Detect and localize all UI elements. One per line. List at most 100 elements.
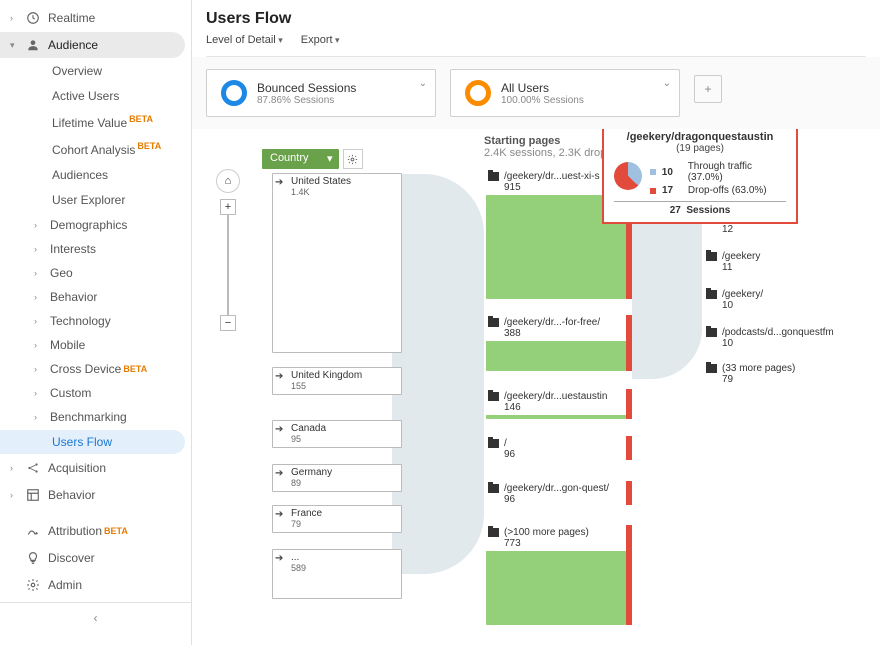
attribution-icon <box>26 524 40 538</box>
country-node[interactable]: ➔ United Kingdom 155 <box>272 367 402 395</box>
chevron-down-icon: ▾ <box>10 40 20 51</box>
user-icon <box>26 38 40 52</box>
gear-button[interactable] <box>343 149 363 169</box>
clock-icon <box>26 11 40 25</box>
collapse-sidebar[interactable]: ‹ <box>0 602 191 633</box>
nav-label: Admin <box>48 578 82 592</box>
chevron-right-icon: › <box>34 364 44 374</box>
nav-label: Attribution <box>48 524 102 538</box>
legend-dot <box>650 188 656 194</box>
chevron-right-icon: › <box>34 388 44 398</box>
home-button[interactable]: ⌂ <box>216 169 240 193</box>
chevron-down-icon[interactable]: ⌄ <box>663 78 671 89</box>
zoom-track[interactable] <box>227 215 229 315</box>
page-node[interactable]: /geekery/dr...uestaustin146 <box>486 389 626 415</box>
arrow-icon: ➔ <box>275 177 283 188</box>
chevron-right-icon: › <box>10 490 20 500</box>
nav-behavior[interactable]: › Behavior <box>0 482 185 508</box>
arrow-icon: ➔ <box>275 371 283 382</box>
all-users-card[interactable]: ⌄ All Users 100.00% Sessions <box>450 69 680 117</box>
sub-benchmarking[interactable]: ›Benchmarking <box>0 405 191 429</box>
layout-icon <box>26 488 40 502</box>
beta-badge: BETA <box>104 526 128 536</box>
nav-label: Realtime <box>48 11 95 25</box>
page-node[interactable]: (33 more pages)79 <box>704 361 834 387</box>
page-node[interactable]: (>100 more pages)773 <box>486 525 626 551</box>
page-icon <box>488 172 499 181</box>
page-icon <box>706 364 717 373</box>
card-subtitle: 100.00% Sessions <box>501 95 584 106</box>
beta-badge: BETA <box>123 364 147 374</box>
sub-users-flow[interactable]: Users Flow <box>0 430 185 454</box>
arrow-icon: ➔ <box>275 509 283 520</box>
drop-bar <box>626 525 632 625</box>
sub-mobile[interactable]: ›Mobile <box>0 333 191 357</box>
chevron-down-icon[interactable]: ⌄ <box>419 78 427 89</box>
page-icon <box>706 290 717 299</box>
sub-cohort-analysis[interactable]: Cohort AnalysisBETA <box>0 136 185 162</box>
sub-interests[interactable]: ›Interests <box>0 237 191 261</box>
page-node[interactable]: /geekery11 <box>704 249 834 275</box>
segment-cards: ⌄ Bounced Sessions 87.86% Sessions ⌄ All… <box>192 57 880 129</box>
country-node[interactable]: ➔ United States 1.4K <box>272 173 402 353</box>
zoom-in-button[interactable]: + <box>220 199 236 215</box>
nav-realtime[interactable]: › Realtime <box>0 5 185 31</box>
sub-custom[interactable]: ›Custom <box>0 381 191 405</box>
page-node[interactable]: /96 <box>486 436 626 462</box>
chevron-right-icon: › <box>34 340 44 350</box>
sub-technology[interactable]: ›Technology <box>0 309 191 333</box>
flow-link <box>392 174 484 574</box>
page-icon <box>488 528 499 537</box>
page-node[interactable]: /geekery/10 <box>704 287 834 313</box>
node-tooltip: /geekery/dragonquestaustin (19 pages) 10… <box>602 129 798 224</box>
level-of-detail-dropdown[interactable]: Level of Detail <box>206 34 283 46</box>
sub-active-users[interactable]: Active Users <box>0 84 185 108</box>
arrow-icon: ➔ <box>275 468 283 479</box>
sub-demographics[interactable]: ›Demographics <box>0 213 191 237</box>
sub-geo[interactable]: ›Geo <box>0 261 191 285</box>
donut-icon <box>465 80 491 106</box>
card-title: All Users <box>501 81 584 95</box>
country-node[interactable]: ➔ Canada 95 <box>272 420 402 448</box>
arrow-icon: ➔ <box>275 553 283 564</box>
page-icon <box>706 328 717 337</box>
chevron-right-icon: › <box>10 463 20 473</box>
page-icon <box>706 252 717 261</box>
tooltip-subtitle: (19 pages) <box>614 143 786 154</box>
sub-overview[interactable]: Overview <box>0 59 185 83</box>
pie-icon <box>614 162 642 190</box>
nav-acquisition[interactable]: › Acquisition <box>0 455 185 481</box>
country-node[interactable]: ➔ France 79 <box>272 505 402 533</box>
country-node[interactable]: ➔ Germany 89 <box>272 464 402 492</box>
add-segment-button[interactable]: + <box>694 75 722 103</box>
nav-discover[interactable]: Discover <box>0 545 185 571</box>
sub-user-explorer[interactable]: User Explorer <box>0 188 185 212</box>
nav-admin[interactable]: Admin <box>0 572 185 598</box>
page-node[interactable]: /geekery/dr...-for-free/388 <box>486 315 626 341</box>
sub-cross-device[interactable]: ›Cross Device BETA <box>0 357 191 381</box>
audience-subnav: Overview Active Users Lifetime ValueBETA… <box>0 59 191 454</box>
export-dropdown[interactable]: Export <box>301 34 340 46</box>
toolbar: Level of Detail Export <box>206 28 866 57</box>
nav-attribution[interactable]: Attribution BETA <box>0 518 185 544</box>
country-node[interactable]: ➔ ... 589 <box>272 549 402 599</box>
chevron-right-icon: › <box>10 13 20 23</box>
sub-behavior[interactable]: ›Behavior <box>0 285 191 309</box>
zoom-controls: ⌂ + − <box>216 169 240 331</box>
sub-audiences[interactable]: Audiences <box>0 163 185 187</box>
page-node[interactable]: /podcasts/d...gonquestfm10 <box>704 325 834 351</box>
page-icon <box>488 439 499 448</box>
zoom-out-button[interactable]: − <box>220 315 236 331</box>
bounced-sessions-card[interactable]: ⌄ Bounced Sessions 87.86% Sessions <box>206 69 436 117</box>
nav-audience[interactable]: ▾ Audience <box>0 32 185 58</box>
legend-dot <box>650 169 656 175</box>
nav-label: Audience <box>48 38 98 52</box>
dimension-dropdown[interactable]: Country <box>262 149 339 169</box>
card-title: Bounced Sessions <box>257 81 356 95</box>
sub-lifetime-value[interactable]: Lifetime ValueBETA <box>0 109 185 135</box>
page-node[interactable]: /geekery/dr...gon-quest/96 <box>486 481 626 507</box>
arrow-icon: ➔ <box>275 424 283 435</box>
flow-canvas[interactable]: Starting pages 2.4K sessions, 2.3K drop-… <box>192 129 880 645</box>
page-title: Users Flow <box>206 10 866 28</box>
chevron-right-icon: › <box>34 316 44 326</box>
